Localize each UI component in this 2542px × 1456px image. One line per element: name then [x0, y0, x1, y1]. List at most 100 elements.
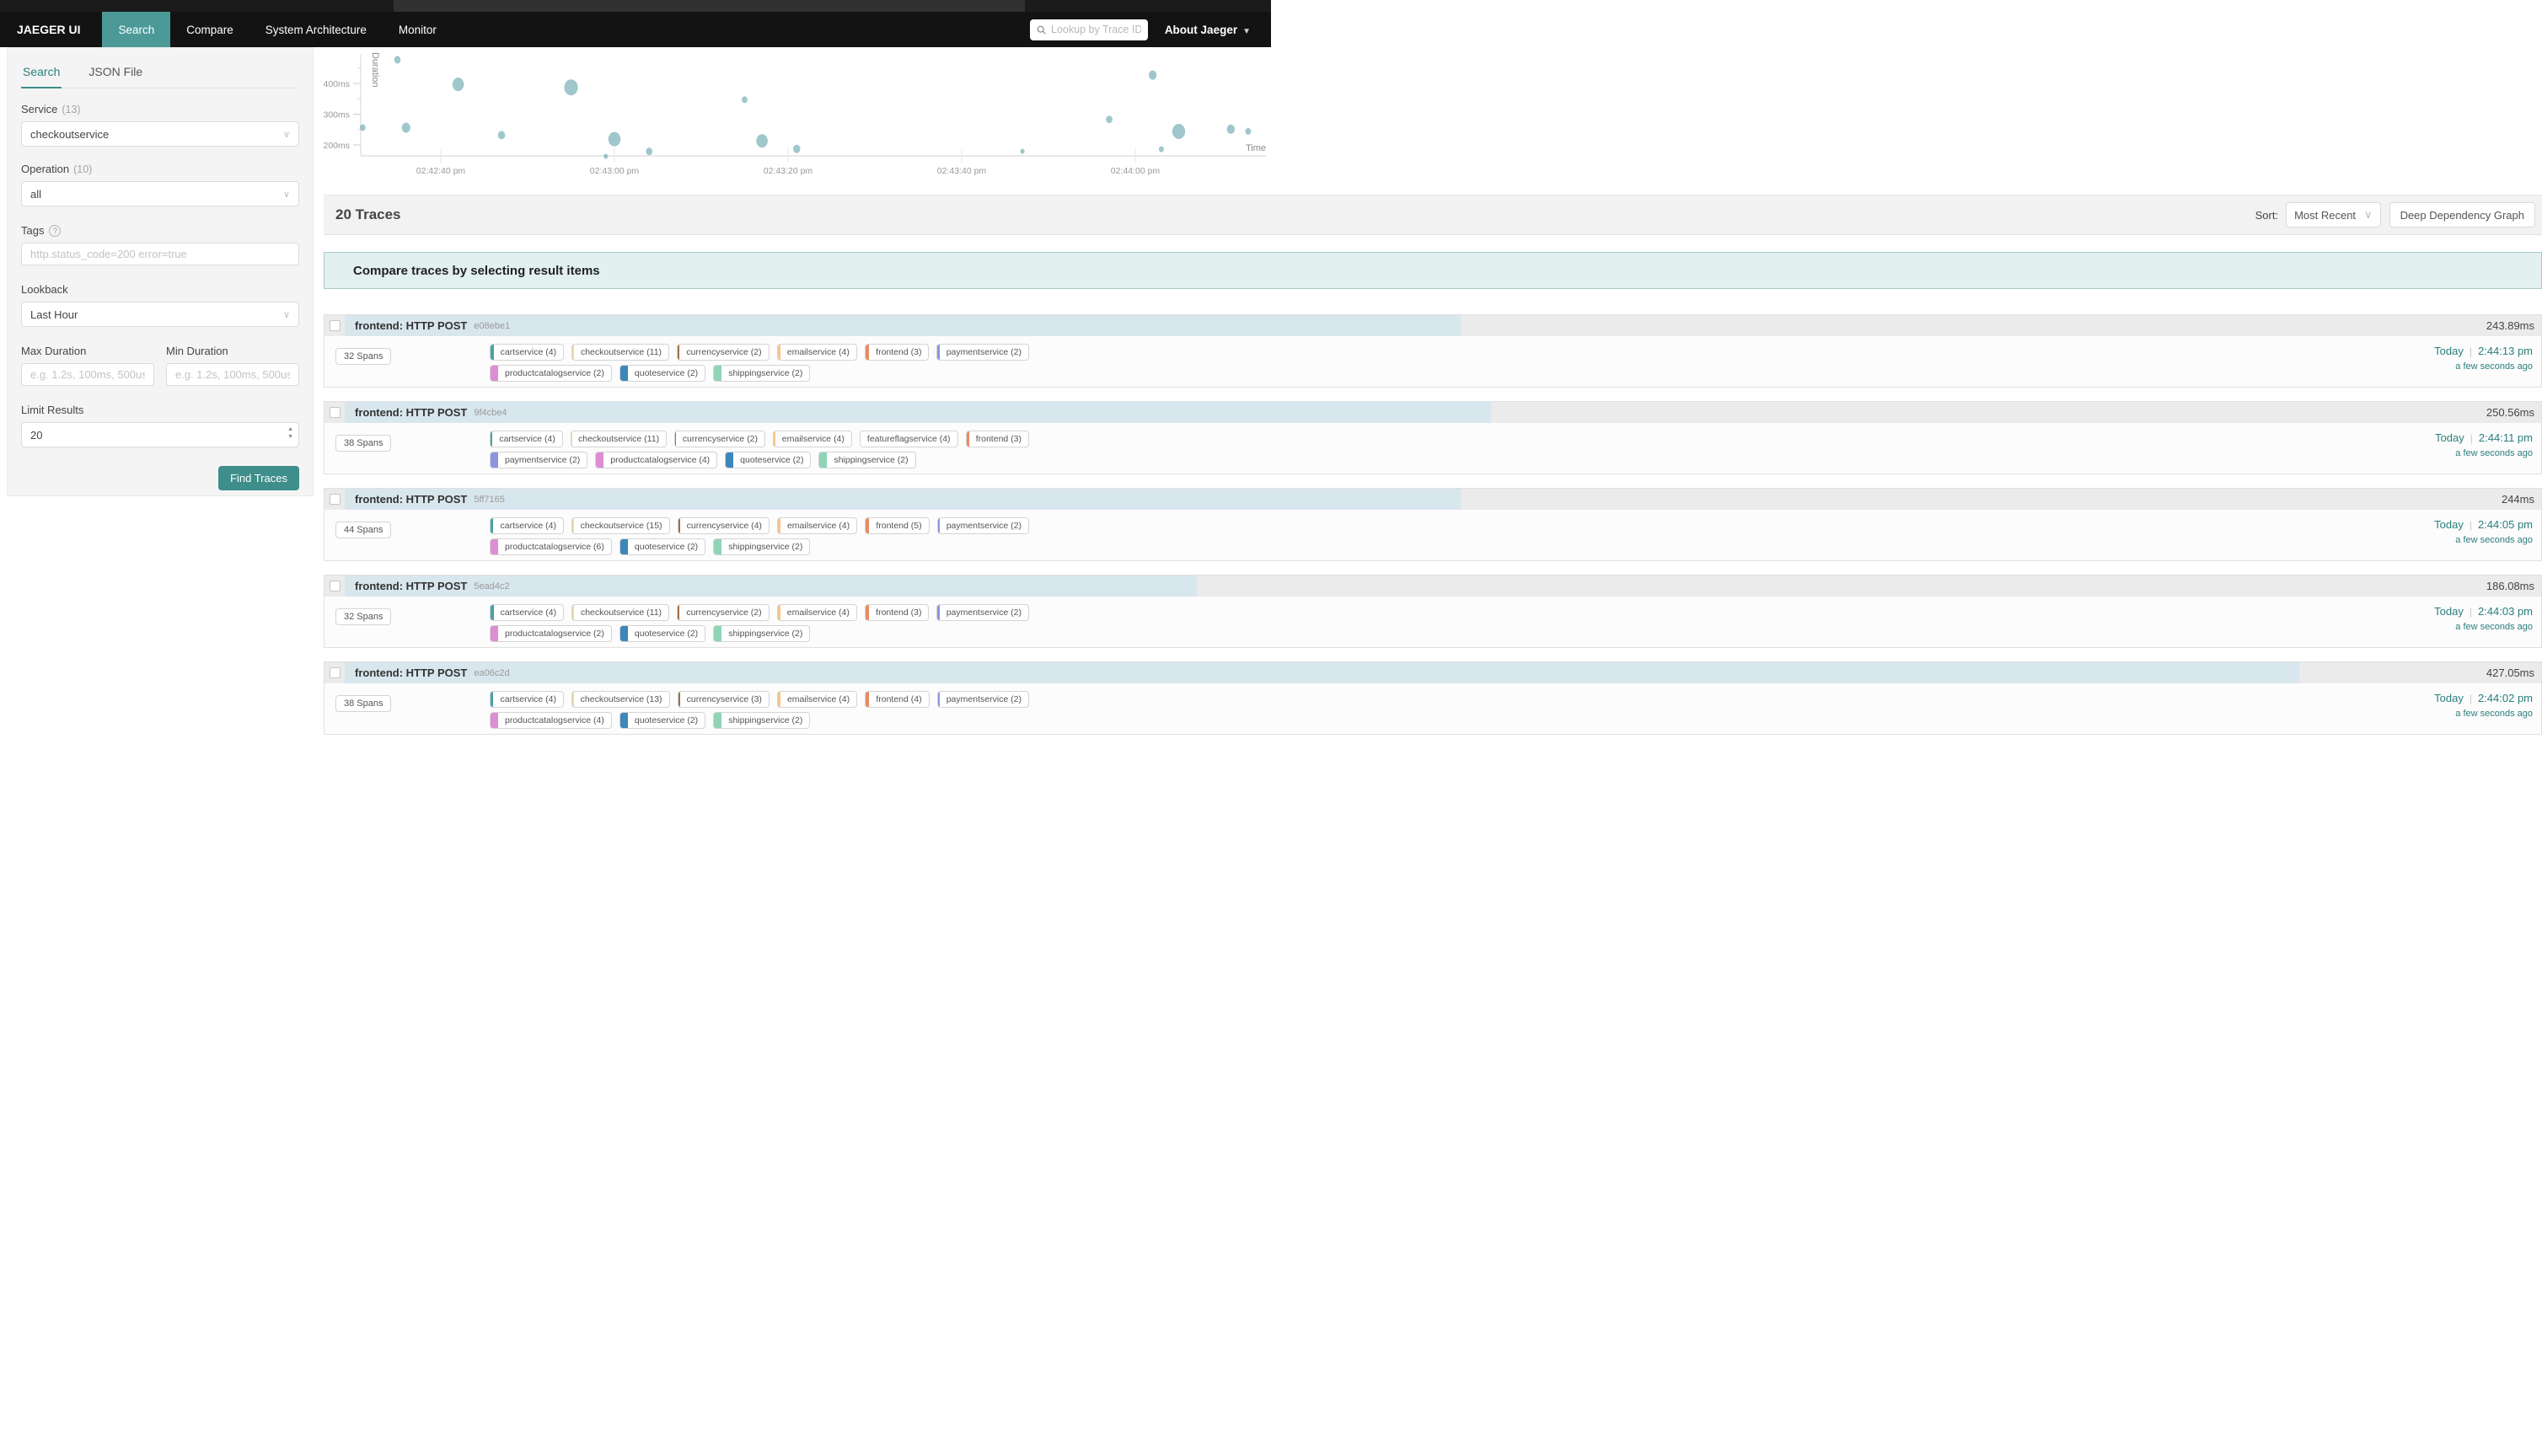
trace-select-checkbox[interactable]: [330, 581, 341, 592]
service-tag-currencyservice: currencyservice (2): [677, 604, 770, 621]
service-tags-line: cartservice (4)checkoutservice (11)curre…: [490, 344, 1029, 361]
stepper-up-icon[interactable]: ▲: [287, 426, 293, 433]
trace-scatter-dot[interactable]: [756, 134, 768, 147]
divider: |: [2470, 519, 2472, 531]
trace-row-header[interactable]: frontend: HTTP POST 9f4cbe4 250.56ms: [324, 402, 2541, 423]
tags-input[interactable]: [21, 243, 299, 265]
trace-scatter-dot[interactable]: [1172, 124, 1185, 139]
trace-scatter-dot[interactable]: [1227, 125, 1235, 134]
service-tag-label: frontend (4): [869, 692, 928, 707]
x-axis-title: Time: [1246, 143, 1266, 153]
divider: |: [2470, 432, 2473, 444]
number-stepper[interactable]: ▲▼: [287, 426, 293, 441]
tab-search[interactable]: Search: [21, 65, 62, 88]
trace-select-checkbox[interactable]: [330, 407, 341, 418]
chevron-down-icon: ▼: [1242, 27, 1251, 36]
service-tag-label: currencyservice (4): [680, 518, 769, 533]
trace-scatter-dot[interactable]: [394, 56, 401, 63]
service-tag-label: emailservice (4): [780, 518, 856, 533]
service-tag-label: cartservice (4): [492, 431, 562, 447]
trace-title-link[interactable]: frontend: HTTP POST: [355, 406, 467, 419]
trace-time-link[interactable]: 2:44:13 pm: [2478, 345, 2533, 357]
trace-time-link[interactable]: 2:44:05 pm: [2478, 518, 2533, 531]
trace-scatter-dot[interactable]: [1021, 149, 1025, 154]
trace-scatter-dot[interactable]: [1106, 115, 1113, 123]
trace-select-checkbox[interactable]: [330, 667, 341, 678]
app-brand[interactable]: JAEGER UI: [0, 23, 102, 36]
trace-scatter-dot[interactable]: [609, 132, 620, 147]
service-tag-emailservice: emailservice (4): [777, 691, 857, 708]
operation-select[interactable]: all∨: [21, 181, 299, 206]
limit-results-input[interactable]: [21, 422, 299, 447]
trace-scatter-dot[interactable]: [498, 131, 506, 139]
trace-select-checkbox[interactable]: [330, 320, 341, 331]
trace-scatter-dot[interactable]: [360, 125, 366, 131]
trace-time-link[interactable]: 2:44:11 pm: [2479, 431, 2533, 444]
service-tag-label: quoteservice (2): [628, 366, 705, 381]
service-tag-label: productcatalogservice (6): [498, 539, 611, 554]
trace-day-link[interactable]: Today: [2434, 605, 2464, 618]
service-tag-shippingservice: shippingservice (2): [818, 452, 915, 468]
trace-duration-bar: [345, 662, 2299, 683]
trace-title-link[interactable]: frontend: HTTP POST: [355, 493, 467, 506]
trace-scatter-dot[interactable]: [1159, 147, 1164, 153]
trace-lookup-box[interactable]: [1030, 19, 1148, 40]
service-tag-label: shippingservice (2): [721, 713, 809, 728]
trace-row-header[interactable]: frontend: HTTP POST e08ebe1 243.89ms: [324, 315, 2541, 336]
stepper-down-icon[interactable]: ▼: [287, 433, 293, 441]
nav-tab-monitor[interactable]: Monitor: [383, 12, 453, 47]
about-jaeger-menu[interactable]: About Jaeger▼: [1165, 24, 1251, 36]
trace-scatter-dot[interactable]: [793, 145, 801, 153]
trace-row-header[interactable]: frontend: HTTP POST ea06c2d 427.05ms: [324, 662, 2541, 683]
trace-title-link[interactable]: frontend: HTTP POST: [355, 666, 467, 679]
trace-day-link[interactable]: Today: [2434, 692, 2464, 704]
trace-row-header[interactable]: frontend: HTTP POST 5ead4c2 186.08ms: [324, 575, 2541, 597]
lookback-select[interactable]: Last Hour∨: [21, 302, 299, 327]
divider: |: [2470, 345, 2472, 357]
trace-title-link[interactable]: frontend: HTTP POST: [355, 319, 467, 332]
trace-scatter-dot[interactable]: [402, 123, 410, 133]
max-duration-input[interactable]: [21, 363, 154, 386]
trace-duration-bar: [345, 402, 1491, 423]
trace-scatter-dot[interactable]: [603, 154, 608, 159]
service-tag-label: checkoutservice (11): [574, 345, 668, 360]
trace-scatter-dot[interactable]: [1246, 128, 1252, 135]
trace-row-header[interactable]: frontend: HTTP POST 5ff7165 244ms: [324, 489, 2541, 510]
sort-select[interactable]: Most Recent∨: [2286, 202, 2381, 228]
span-count-pill: 38 Spans: [335, 695, 391, 712]
help-icon[interactable]: ?: [49, 225, 61, 237]
trace-scatter-dot[interactable]: [453, 78, 464, 91]
find-traces-button[interactable]: Find Traces: [218, 466, 299, 490]
trace-scatter-dot[interactable]: [742, 96, 748, 103]
trace-day-link[interactable]: Today: [2434, 345, 2464, 357]
trace-time-link[interactable]: 2:44:02 pm: [2478, 692, 2533, 704]
trace-title-link[interactable]: frontend: HTTP POST: [355, 580, 467, 592]
service-tag-frontend: frontend (3): [865, 604, 930, 621]
service-tag-cartservice: cartservice (4): [490, 431, 563, 447]
trace-scatter-dot[interactable]: [646, 147, 652, 155]
trace-scatter-dot[interactable]: [564, 79, 577, 95]
y-tick-label: 300ms: [324, 110, 350, 120]
min-duration-input[interactable]: [166, 363, 299, 386]
nav-tab-search[interactable]: Search: [102, 12, 170, 47]
deep-dependency-graph-button[interactable]: Deep Dependency Graph: [2389, 202, 2535, 228]
service-tag-productcatalogservice: productcatalogservice (6): [490, 538, 612, 555]
trace-day-link[interactable]: Today: [2434, 518, 2464, 531]
nav-tab-system-architecture[interactable]: System Architecture: [249, 12, 383, 47]
trace-day-link[interactable]: Today: [2435, 431, 2464, 444]
trace-time-link[interactable]: 2:44:03 pm: [2478, 605, 2533, 618]
trace-select-checkbox[interactable]: [330, 494, 341, 505]
service-tag-productcatalogservice: productcatalogservice (2): [490, 365, 612, 382]
trace-scatter-dot[interactable]: [1149, 71, 1156, 80]
nav-tab-compare[interactable]: Compare: [170, 12, 249, 47]
service-tag-label: productcatalogservice (2): [498, 626, 611, 641]
service-tags: cartservice (4)checkoutservice (15)curre…: [490, 517, 1029, 559]
x-tick-label: 02:44:00 pm: [1111, 166, 1161, 176]
service-select[interactable]: checkoutservice∨: [21, 121, 299, 147]
service-tag-label: frontend (3): [869, 605, 928, 620]
service-tag-label: cartservice (4): [494, 345, 564, 360]
tab-json-file[interactable]: JSON File: [87, 65, 144, 88]
trace-lookup-input[interactable]: [1051, 24, 1141, 35]
trace-bar-area: frontend: HTTP POST e08ebe1 243.89ms: [345, 315, 2541, 336]
trace-duration-bar: [345, 489, 1461, 510]
